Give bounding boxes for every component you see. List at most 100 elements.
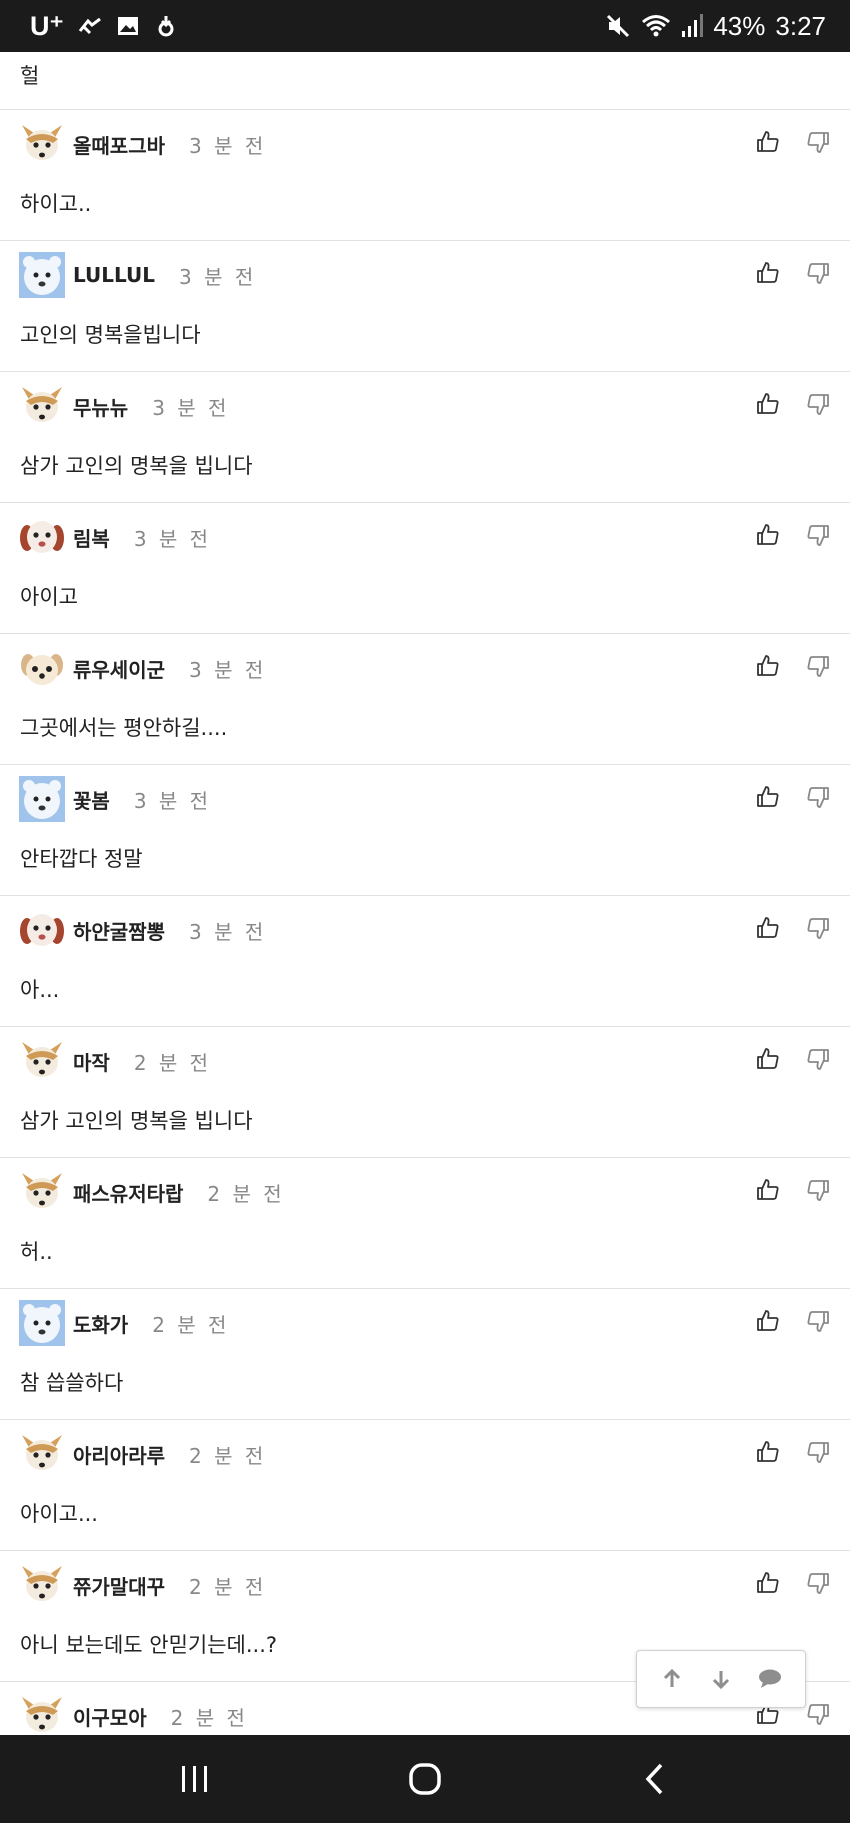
thumbs-down-icon[interactable]: [806, 916, 830, 940]
comment-time: 3 분 전: [133, 788, 212, 813]
comment-author[interactable]: 꽃봄: [73, 785, 110, 814]
fox-avatar-icon: [22, 1435, 62, 1470]
comment-votes: [756, 1047, 830, 1071]
thumbs-down-icon[interactable]: [806, 392, 830, 416]
comment-votes: [756, 916, 830, 940]
fox-avatar-icon: [22, 1042, 62, 1077]
thumbs-down-icon[interactable]: [806, 1047, 830, 1071]
dog-avatar-icon: [20, 914, 64, 946]
comment-header: 꽃봄 3 분 전: [19, 775, 850, 823]
thumbs-down-icon[interactable]: [806, 261, 830, 285]
back-button[interactable]: [625, 1749, 685, 1809]
thumbs-up-icon[interactable]: [756, 785, 780, 809]
comment-votes: [756, 1178, 830, 1202]
comment-votes: [756, 130, 830, 154]
comment-author[interactable]: 이구모아: [73, 1702, 147, 1731]
comment-author[interactable]: 올때포그바: [73, 130, 165, 159]
comment-item: 무뉴뉴 3 분 전 삼가 고인의 명복을 빕니다: [0, 372, 850, 503]
comment-body: 하이고..: [20, 192, 92, 216]
comment-header: 올때포그바 3 분 전: [19, 120, 850, 168]
thumbs-down-icon[interactable]: [806, 130, 830, 154]
thumbs-up-icon[interactable]: [756, 130, 780, 154]
thumbs-down-icon[interactable]: [806, 1702, 830, 1726]
thumbs-down-icon[interactable]: [806, 785, 830, 809]
comment-item: 올때포그바 3 분 전하이고..: [0, 110, 850, 241]
thumbs-down-icon[interactable]: [806, 1571, 830, 1595]
fox-avatar-icon: [22, 1566, 62, 1601]
thumbs-down-icon[interactable]: [806, 1178, 830, 1202]
comment-author[interactable]: 하얀굴짬뽕: [73, 916, 165, 945]
comment-author[interactable]: 패스유저타랍: [73, 1178, 183, 1207]
comment-icon: [759, 1669, 782, 1688]
comment-votes: [756, 1571, 830, 1595]
carrier-label: U⁺: [30, 10, 64, 41]
signal-icon: [682, 14, 704, 37]
bear-avatar-icon: [19, 1300, 65, 1346]
comment-time: 2 분 전: [189, 1574, 267, 1599]
comment-item: LULLUL 3 분 전 고인의 명복을빕니다: [0, 241, 850, 372]
comment-time: 3 분 전: [152, 395, 230, 420]
comment-votes: [756, 785, 830, 809]
fox-avatar-icon: [22, 1697, 62, 1732]
comment-votes: [756, 392, 830, 416]
comment-body: 아니 보는데도 안믿기는데...?: [20, 1633, 278, 1657]
comment-body: 아...: [20, 978, 60, 1002]
battery-level: 43%: [713, 10, 766, 41]
puppy-avatar-icon: [21, 654, 63, 685]
comment-votes: [756, 261, 830, 285]
comments-button[interactable]: [757, 1666, 783, 1692]
thumbs-down-icon[interactable]: [806, 654, 830, 678]
gallery-icon: [117, 17, 138, 35]
comment-author[interactable]: 쮸가말대꾸: [73, 1571, 165, 1600]
thumbs-up-icon[interactable]: [756, 1440, 780, 1464]
comment-time: 2 분 전: [170, 1705, 248, 1730]
recent-apps-button[interactable]: [165, 1749, 225, 1809]
comment-author[interactable]: 류우세이군: [73, 654, 165, 683]
thumbs-up-icon[interactable]: [756, 392, 780, 416]
comment-time: 2 분 전: [152, 1312, 230, 1337]
thumbs-up-icon[interactable]: [756, 1309, 780, 1333]
comment-list: 헐 올때포그바 3 분 전 하이고.. LULLUL 3 분 전 고인의 명복을빕니다 무뉴…: [0, 52, 850, 1735]
comment-body: 아이고...: [20, 1502, 98, 1526]
thumbs-up-icon[interactable]: [756, 1047, 780, 1071]
wifi-icon: [642, 15, 671, 37]
comment-item: 림복 3 분 전아이고: [0, 503, 850, 634]
comment-body: 허..: [20, 1240, 53, 1264]
comment-body: 삼가 고인의 명복을 빕니다: [20, 1109, 253, 1133]
status-bar: U⁺ 43% 3:27: [0, 0, 850, 52]
home-button[interactable]: [395, 1749, 455, 1809]
fox-avatar-icon: [22, 1173, 62, 1208]
thumbs-up-icon[interactable]: [756, 654, 780, 678]
comment-header: 패스유저타랍 2 분 전: [19, 1168, 850, 1216]
comment-author[interactable]: 림복: [73, 523, 110, 552]
thumbs-down-icon[interactable]: [806, 1440, 830, 1464]
comment-votes: [756, 1309, 830, 1333]
comment-header: 도화가 2 분 전: [19, 1299, 850, 1347]
comment-time: 2 분 전: [189, 1443, 267, 1468]
comment-header: 아리아라루 2 분 전: [19, 1430, 850, 1478]
comment-author[interactable]: 아리아라루: [73, 1440, 165, 1469]
thumbs-down-icon[interactable]: [806, 523, 830, 547]
comment-body: 그곳에서는 평안하길....: [20, 716, 228, 740]
thumbs-up-icon[interactable]: [756, 1178, 780, 1202]
comment-author[interactable]: 마작: [73, 1047, 110, 1076]
thumbs-up-icon[interactable]: [756, 261, 780, 285]
app-icon: [78, 17, 101, 35]
comment-author[interactable]: 도화가: [73, 1309, 128, 1338]
thumbs-up-icon[interactable]: [756, 523, 780, 547]
comment-item: 꽃봄 3 분 전안타깝다 정말: [0, 765, 850, 896]
thumbs-up-icon[interactable]: [756, 916, 780, 940]
scroll-up-button[interactable]: [659, 1666, 685, 1692]
download-icon: [158, 16, 174, 37]
comment-time: 3 분 전: [189, 133, 267, 158]
comment-body: 아이고: [20, 585, 78, 609]
comment-author[interactable]: LULLUL: [73, 263, 155, 287]
scroll-down-button[interactable]: [708, 1666, 734, 1692]
comment-author[interactable]: 무뉴뉴: [73, 392, 128, 421]
thumbs-down-icon[interactable]: [806, 1309, 830, 1333]
recent-apps-icon: [182, 1766, 207, 1792]
thumbs-up-icon[interactable]: [756, 1571, 780, 1595]
comment-body: 안타깝다 정말: [20, 847, 143, 871]
comment-item: 아리아라루 2 분 전아이고...: [0, 1420, 850, 1551]
comment-time: 3 분 전: [133, 526, 212, 551]
